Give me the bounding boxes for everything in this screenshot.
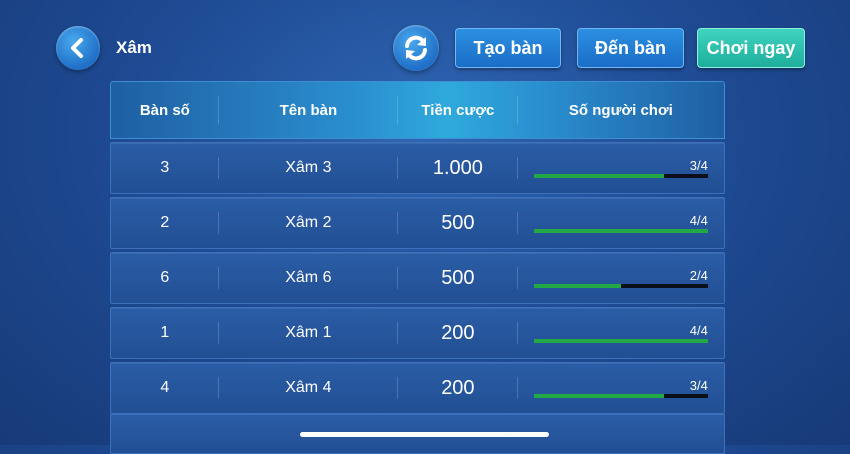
table-name: Xâm 3 [219, 143, 399, 193]
players-cell: 2/4 [518, 253, 724, 303]
table-number: 4 [111, 363, 219, 413]
create-table-button[interactable]: Tạo bàn [455, 28, 561, 68]
chevron-left-icon [71, 38, 83, 58]
progress-fill [533, 284, 621, 288]
column-header-bet: Tiền cược [398, 82, 518, 138]
table-row[interactable]: 2 Xâm 2 500 4/4 [110, 197, 725, 249]
bet-amount: 200 [398, 308, 518, 358]
player-count: 4/4 [689, 213, 708, 228]
players-cell: 3/4 [518, 363, 724, 413]
column-header-name: Tên bàn [219, 82, 399, 138]
progress-track [533, 339, 708, 343]
player-count: 2/4 [689, 268, 708, 283]
play-now-button[interactable]: Chơi ngay [697, 28, 805, 68]
table-number: 6 [111, 253, 219, 303]
bet-amount: 1.000 [398, 143, 518, 193]
table-row[interactable]: 6 Xâm 6 500 2/4 [110, 252, 725, 304]
back-button[interactable] [56, 26, 100, 70]
table-row[interactable]: 1 Xâm 1 200 4/4 [110, 307, 725, 359]
goto-table-button[interactable]: Đến bàn [577, 28, 684, 68]
bet-amount: 500 [398, 253, 518, 303]
table-name: Xâm 4 [219, 363, 399, 413]
table-number: 2 [111, 198, 219, 248]
progress-track [533, 229, 708, 233]
bet-amount: 500 [398, 198, 518, 248]
player-count-bar: 4/4 [533, 308, 708, 358]
table-name: Xâm 2 [219, 198, 399, 248]
player-count-bar: 4/4 [533, 198, 708, 248]
player-count-bar: 3/4 [533, 143, 708, 193]
table-row[interactable]: 3 Xâm 3 1.000 3/4 [110, 142, 725, 194]
refresh-button[interactable] [393, 25, 439, 71]
table-number: 1 [111, 308, 219, 358]
table-name: Xâm 6 [219, 253, 399, 303]
table-header: Bàn số Tên bàn Tiền cược Số người chơi [110, 81, 725, 139]
players-cell: 4/4 [518, 308, 724, 358]
progress-fill [533, 174, 665, 178]
bet-amount: 200 [398, 363, 518, 413]
player-count: 3/4 [689, 158, 708, 173]
refresh-icon [405, 35, 427, 61]
table-list: Bàn số Tên bàn Tiền cược Số người chơi 3… [110, 81, 725, 414]
player-count: 4/4 [689, 323, 708, 338]
table-number: 3 [111, 143, 219, 193]
home-indicator[interactable] [300, 432, 549, 437]
progress-track [533, 284, 708, 288]
progress-fill [533, 339, 708, 343]
table-name: Xâm 1 [219, 308, 399, 358]
player-count-bar: 2/4 [533, 253, 708, 303]
player-count: 3/4 [689, 378, 708, 393]
players-cell: 4/4 [518, 198, 724, 248]
table-row[interactable]: 4 Xâm 4 200 3/4 [110, 362, 725, 414]
progress-fill [533, 394, 665, 398]
page-title: Xâm [116, 38, 152, 57]
progress-fill [533, 229, 708, 233]
column-header-number: Bàn số [111, 82, 219, 138]
players-cell: 3/4 [518, 143, 724, 193]
progress-track [533, 174, 708, 178]
column-header-players: Số người chơi [568, 101, 673, 119]
progress-track [533, 394, 708, 398]
player-count-bar: 3/4 [533, 363, 708, 413]
